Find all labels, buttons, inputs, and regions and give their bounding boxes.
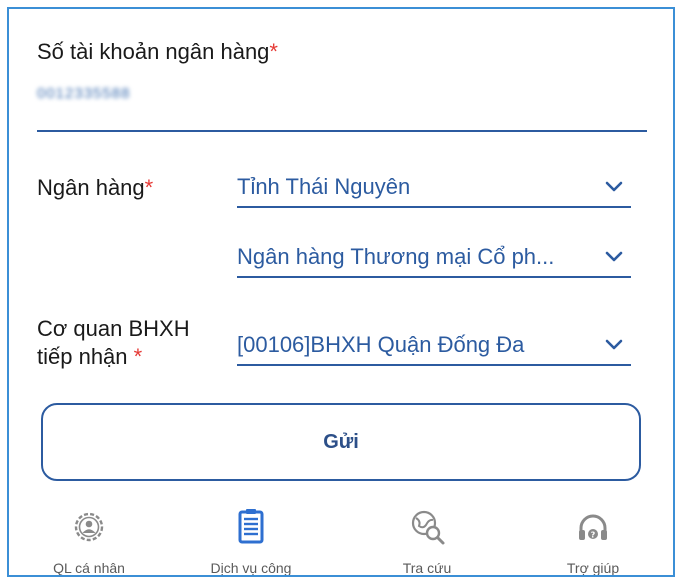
province-select-value: Tỉnh Thái Nguyên [237, 174, 411, 199]
bank-label: Ngân hàng* [37, 174, 153, 202]
chevron-down-icon [605, 339, 623, 350]
required-mark: * [133, 344, 143, 369]
nav-label: Trợ giúp [566, 560, 620, 576]
form-frame: Số tài khoản ngân hàng* 0012335588 Ngân … [7, 7, 675, 577]
nav-item-ql-ca-nhan[interactable]: QL cá nhân [9, 503, 169, 576]
bank-select-value: Ngân hàng Thương mại Cổ ph... [237, 244, 555, 269]
nav-item-dich-vu-cong[interactable]: Dịch vụ công [171, 503, 331, 576]
nav-label: Dịch vụ công [210, 560, 292, 576]
document-list-icon [238, 509, 264, 544]
office-label-line2: tiếp nhận * [37, 343, 190, 371]
account-number-label: Số tài khoản ngân hàng* [37, 39, 278, 65]
submit-button[interactable]: Gửi [41, 403, 641, 481]
office-label-line1: Cơ quan BHXH [37, 316, 190, 341]
nav-label: QL cá nhân [53, 560, 125, 576]
bank-select[interactable]: Ngân hàng Thương mại Cổ ph... [237, 242, 631, 278]
chevron-down-icon [605, 251, 623, 262]
submit-button-label: Gửi [323, 430, 359, 453]
account-number-label-text: Số tài khoản ngân hàng [37, 39, 270, 64]
svg-text:?: ? [591, 531, 596, 540]
required-mark: * [269, 39, 278, 64]
globe-search-icon [411, 510, 445, 545]
account-number-underline [37, 130, 647, 132]
nav-item-tro-giup[interactable]: ? Trợ giúp [513, 503, 673, 576]
required-mark: * [144, 175, 154, 200]
nav-item-tra-cuu[interactable]: Tra cứu [347, 503, 507, 576]
bank-label-text: Ngân hàng [37, 175, 145, 200]
account-number-input[interactable]: 0012335588 [37, 85, 130, 102]
office-label: Cơ quan BHXH tiếp nhận * [37, 315, 190, 371]
nav-label: Tra cứu [402, 560, 452, 576]
office-select-value: [00106]BHXH Quận Đống Đa [237, 332, 525, 357]
office-select[interactable]: [00106]BHXH Quận Đống Đa [237, 330, 631, 366]
bottom-nav: QL cá nhân Dịch vụ công Tra cứu ? Trợ gi… [9, 503, 673, 576]
province-select[interactable]: Tỉnh Thái Nguyên [237, 172, 631, 208]
chevron-down-icon [605, 181, 623, 192]
headset-icon: ? [579, 514, 607, 540]
user-gear-icon [74, 512, 104, 542]
office-label-line2-text: tiếp nhận [37, 344, 128, 369]
